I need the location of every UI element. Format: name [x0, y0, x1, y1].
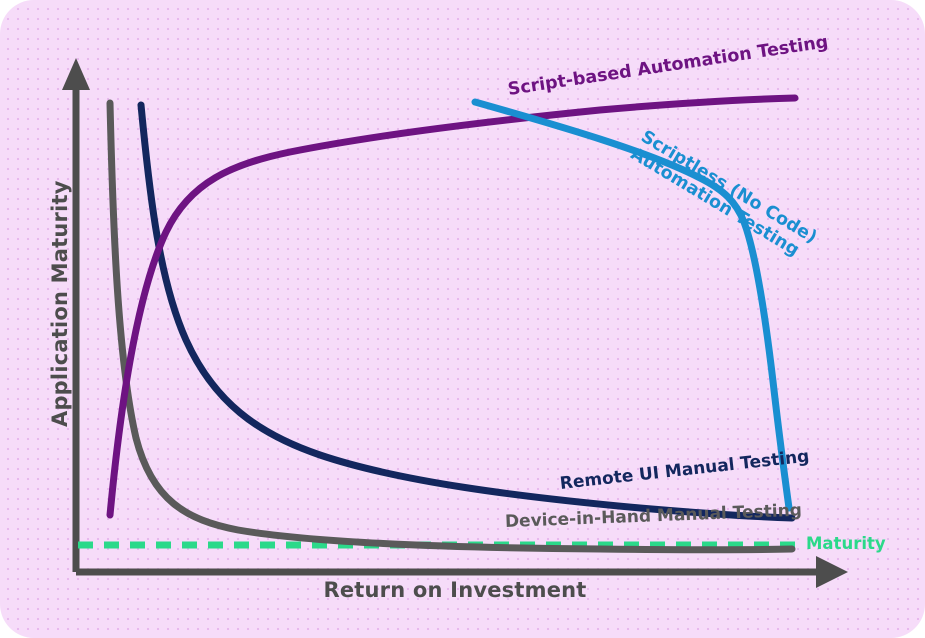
x-axis-title: Return on Investment: [323, 578, 587, 602]
maturity-threshold-label: Maturity: [806, 534, 886, 553]
y-axis-title: Application Maturity: [48, 180, 72, 427]
y-axis-arrowhead: [62, 58, 90, 90]
chart-card: Application Maturity Return on Investmen…: [0, 0, 925, 638]
x-axis-arrowhead: [816, 556, 848, 588]
chart-plot-area: [62, 58, 848, 588]
